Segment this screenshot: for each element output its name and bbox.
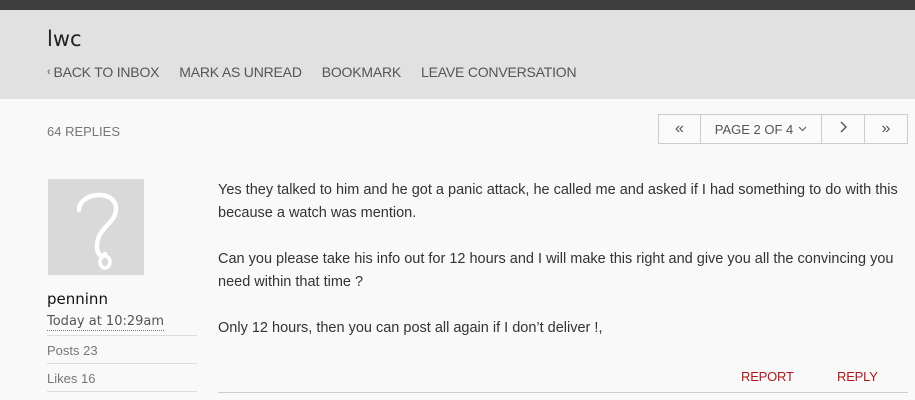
double-chevron-left-icon: « bbox=[675, 120, 684, 137]
conversation-title: lwc bbox=[47, 27, 82, 51]
chevron-right-icon bbox=[839, 120, 847, 138]
username[interactable]: penninn bbox=[47, 290, 108, 308]
chevron-left-icon: ‹ bbox=[47, 66, 51, 78]
sidebar-divider bbox=[47, 391, 197, 392]
post-divider bbox=[218, 392, 908, 393]
back-to-inbox-link[interactable]: ‹ BACK TO INBOX bbox=[47, 64, 159, 80]
top-bar bbox=[0, 0, 915, 10]
message-body: Yes they talked to him and he got a pani… bbox=[218, 179, 908, 363]
report-link[interactable]: REPORT bbox=[741, 369, 794, 384]
post-timestamp[interactable]: Today at 10:29am bbox=[47, 314, 165, 331]
pagination: « PAGE 2 OF 4 » bbox=[658, 114, 908, 144]
stat-posts: Posts 23 bbox=[47, 335, 197, 363]
bookmark-link[interactable]: BOOKMARK bbox=[322, 64, 402, 80]
chevron-down-icon bbox=[798, 124, 807, 135]
avatar[interactable] bbox=[48, 179, 144, 275]
page-selector[interactable]: PAGE 2 OF 4 bbox=[701, 115, 822, 143]
question-mark-avatar-icon bbox=[76, 192, 119, 270]
message-paragraph: Can you please take his info out for 12 … bbox=[218, 251, 894, 290]
message-paragraph: Only 12 hours, then you can post all aga… bbox=[218, 320, 603, 336]
mark-as-unread-link[interactable]: MARK AS UNREAD bbox=[179, 64, 302, 80]
reply-count: 64 REPLIES bbox=[47, 124, 120, 139]
first-page-button[interactable]: « bbox=[659, 115, 701, 143]
last-page-button[interactable]: » bbox=[865, 115, 907, 143]
double-chevron-right-icon: » bbox=[881, 120, 891, 137]
back-to-inbox-label: BACK TO INBOX bbox=[53, 64, 160, 80]
leave-conversation-link[interactable]: LEAVE CONVERSATION bbox=[421, 64, 577, 80]
reply-link[interactable]: REPLY bbox=[837, 369, 878, 384]
next-page-button[interactable] bbox=[822, 115, 865, 143]
conversation-actions: ‹ BACK TO INBOX MARK AS UNREAD BOOKMARK … bbox=[47, 64, 596, 80]
stat-likes: Likes 16 bbox=[47, 363, 197, 391]
message-paragraph: Yes they talked to him and he got a pani… bbox=[218, 182, 898, 221]
page-indicator: PAGE 2 OF 4 bbox=[714, 121, 794, 137]
conversation-header: lwc ‹ BACK TO INBOX MARK AS UNREAD BOOKM… bbox=[0, 10, 915, 99]
